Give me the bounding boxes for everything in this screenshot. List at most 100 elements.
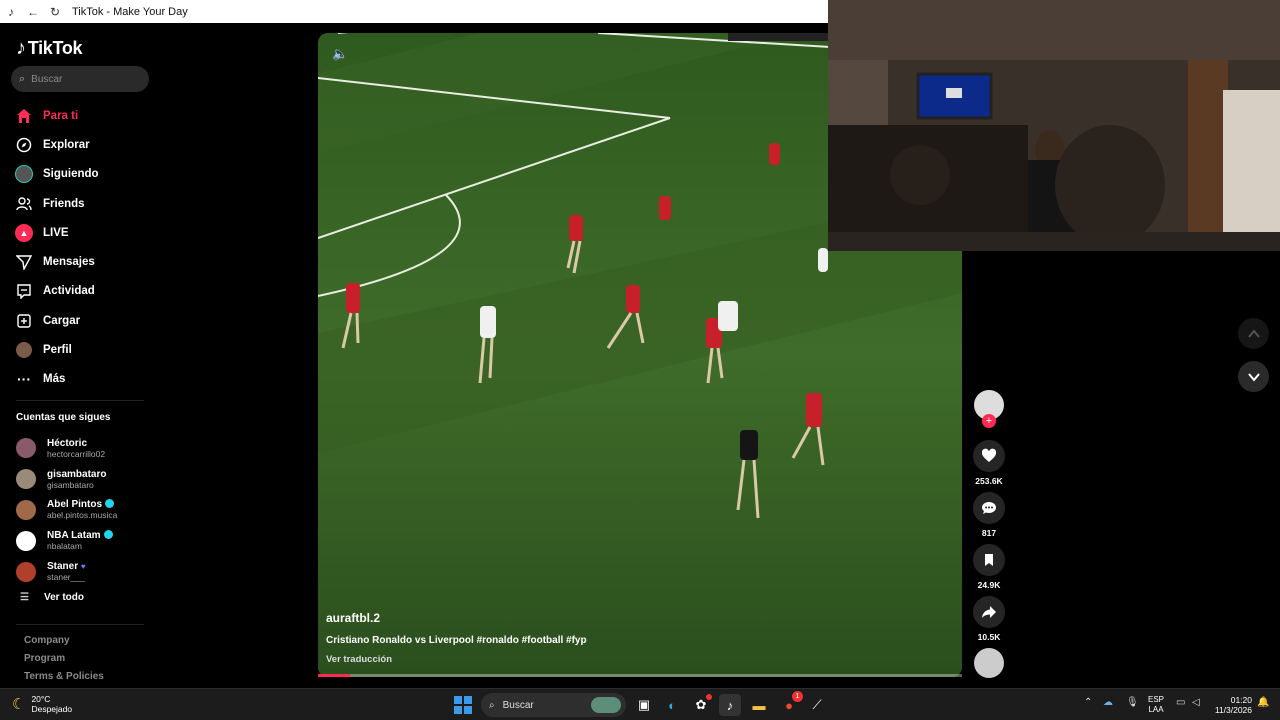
video-description: Cristiano Ronaldo vs Liverpool #ronaldo … [326, 635, 587, 646]
following-item-gisambataro[interactable]: gisambataro gisambataro [16, 464, 117, 495]
following-avatar-icon [13, 163, 35, 185]
windows-taskbar: ☾ 20°C Despejado ⌕ Buscar ▣ ◐ ✿ ♪ ▬ ● 1 ⟋… [0, 688, 1280, 720]
network-icon[interactable]: ▭ [1176, 697, 1185, 708]
avatar [16, 561, 36, 582]
taskbar-search[interactable]: ⌕ Buscar [481, 693, 626, 717]
language-indicator[interactable]: ESP LAA [1148, 695, 1164, 715]
task-view-icon[interactable]: ▣ [633, 694, 655, 716]
comment-button[interactable] [973, 492, 1005, 524]
like-count: 253.6K [975, 476, 1003, 486]
nav-item-perfil[interactable]: Perfil [13, 335, 99, 364]
footer-link-terms[interactable]: Terms & Policies [24, 671, 104, 689]
start-button[interactable] [454, 696, 472, 714]
following-item-abel-pintos[interactable]: Abel Pintos abel.pintos.musica [16, 495, 117, 526]
performance-icon[interactable]: ⟋ [806, 694, 828, 716]
chevron-up-icon [1247, 328, 1260, 338]
avatar [16, 469, 36, 490]
previous-video-button[interactable] [1238, 318, 1269, 349]
video-progress-bar[interactable] [318, 674, 962, 677]
send-icon [13, 251, 35, 273]
screen: ♪ ← ↻ TikTok - Make Your Day ♪ TikTok ⌕ … [0, 0, 1280, 720]
compass-icon [13, 134, 35, 156]
next-video-button[interactable] [1238, 361, 1269, 392]
main-nav: Para ti Explorar Siguiendo Friends ▲ LIV… [13, 101, 99, 394]
nav-item-explorar[interactable]: Explorar [13, 130, 99, 159]
tiktok-note-icon: ♪ [16, 37, 26, 59]
microphone-icon[interactable]: 🎙 [1126, 697, 1139, 708]
search-icon: ⌕ [489, 699, 495, 711]
footer-links: Company Program Terms & Policies [24, 635, 104, 689]
onedrive-icon[interactable]: ☁ [1103, 697, 1113, 708]
activity-icon [13, 280, 35, 302]
like-button[interactable] [973, 440, 1005, 472]
chatgpt-icon[interactable]: ✿ [690, 694, 712, 716]
see-all-button[interactable]: ☰ Ver todo [20, 592, 84, 603]
heart-icon [981, 448, 997, 462]
upload-icon [13, 310, 35, 332]
browser-title-bar: ♪ ← ↻ TikTok - Make Your Day [0, 0, 828, 23]
verified-badge-icon [105, 499, 115, 509]
tiktok-app-icon: ♪ [8, 4, 14, 19]
following-title: Cuentas que sigues [16, 412, 111, 423]
app-icon-badge[interactable]: ● 1 [778, 691, 803, 716]
divider [16, 624, 144, 625]
notification-bell-icon[interactable]: 🔔 [1257, 697, 1269, 708]
sidebar: ♪ TikTok ⌕ Buscar Para ti Explorar Sigui… [0, 23, 160, 687]
comment-count: 817 [981, 528, 997, 538]
back-icon[interactable]: ← [22, 0, 44, 23]
nav-item-mas[interactable]: ··· Más [13, 365, 99, 394]
divider [16, 400, 144, 401]
search-input[interactable]: ⌕ Buscar [11, 66, 149, 92]
follow-plus-icon[interactable]: + [982, 414, 996, 428]
nav-item-para-ti[interactable]: Para ti [13, 101, 99, 130]
search-icon: ⌕ [19, 72, 26, 85]
following-item-hectoric[interactable]: Héctoric hectorcarrillo02 [16, 433, 117, 464]
reload-icon[interactable]: ↻ [44, 0, 66, 23]
verified-badge-icon [103, 530, 113, 540]
nav-item-cargar[interactable]: Cargar [13, 306, 99, 335]
nav-item-siguiendo[interactable]: Siguiendo [13, 160, 99, 189]
list-icon: ☰ [20, 592, 29, 603]
avatar [16, 530, 36, 551]
following-item-staner[interactable]: Staner ♥ staner___ [16, 556, 117, 587]
live-icon: ▲ [13, 222, 35, 244]
footer-link-company[interactable]: Company [24, 635, 104, 653]
save-button[interactable] [973, 544, 1005, 576]
video-progress-fill [318, 674, 351, 677]
home-icon [13, 105, 35, 127]
edge-icon[interactable]: ◐ [661, 694, 683, 716]
clock[interactable]: 01:20 11/3/2026 [1212, 695, 1252, 715]
volume-tray-icon[interactable]: ◁ [1192, 697, 1200, 708]
search-highlight-image [591, 697, 621, 713]
friends-icon [13, 193, 35, 215]
following-list: Héctoric hectorcarrillo02 gisambataro gi… [16, 433, 117, 587]
nav-item-actividad[interactable]: Actividad [13, 277, 99, 306]
emoji-icon: ♥ [80, 562, 86, 572]
more-icon: ··· [17, 371, 31, 388]
footer-link-program[interactable]: Program [24, 653, 104, 671]
share-icon [982, 606, 996, 618]
tiktok-logo[interactable]: ♪ TikTok [16, 37, 83, 60]
profile-avatar-icon [13, 339, 35, 361]
moon-icon: ☾ [12, 696, 26, 713]
nav-item-mensajes[interactable]: Mensajes [13, 247, 99, 276]
avatar [16, 438, 36, 459]
window-title: TikTok - Make Your Day [72, 5, 188, 18]
file-explorer-icon[interactable]: ▬ [748, 694, 770, 716]
video-username[interactable]: auraftbl.2 [326, 611, 380, 625]
bookmark-icon [985, 554, 993, 566]
save-count: 24.9K [977, 580, 1001, 590]
nav-item-friends[interactable]: Friends [13, 189, 99, 218]
share-button[interactable] [973, 596, 1005, 628]
nav-item-live[interactable]: ▲ LIVE [13, 218, 99, 247]
comment-icon [982, 502, 996, 514]
translate-link[interactable]: Ver traducción [326, 654, 392, 665]
weather-widget[interactable]: ☾ 20°C Despejado [12, 694, 72, 714]
volume-icon[interactable]: 🔈 [332, 46, 348, 62]
following-item-nba-latam[interactable]: NBA Latam nbalatam [16, 525, 117, 556]
tray-expand-icon[interactable]: ⌃ [1084, 697, 1092, 708]
music-disc-avatar[interactable] [974, 648, 1004, 678]
tiktok-taskbar-icon[interactable]: ♪ [719, 694, 741, 716]
share-count: 10.5K [977, 632, 1001, 642]
chevron-down-icon [1247, 372, 1260, 382]
